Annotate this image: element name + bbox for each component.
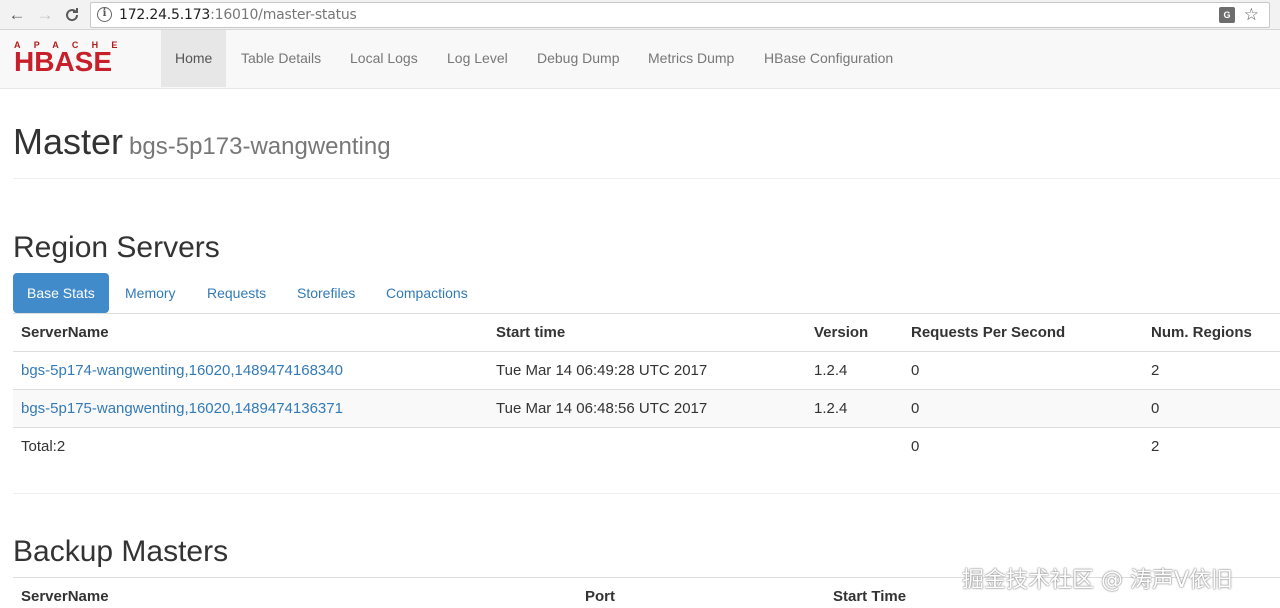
cell-total-rps: 0 — [903, 427, 1143, 466]
cell-empty — [488, 427, 806, 466]
url-text[interactable]: 172.24.5.173:16010/master-status — [119, 7, 357, 23]
server-link[interactable]: bgs-5p174-wangwenting,16020,148947416834… — [21, 362, 343, 379]
cell-requests-per-second: 0 — [903, 351, 1143, 390]
reload-icon[interactable] — [61, 4, 83, 26]
cell-version: 1.2.4 — [806, 351, 903, 390]
backup-masters-heading: Backup Masters — [13, 535, 229, 568]
cell-empty — [806, 427, 903, 466]
table-header-row: ServerName Start time Version Requests P… — [13, 313, 1280, 352]
table-row: bgs-5p175-wangwenting,16020,148947413637… — [13, 389, 1280, 428]
cell-num-regions: 0 — [1143, 389, 1280, 428]
column-header-servername[interactable]: ServerName — [13, 313, 488, 352]
cell-version: 1.2.4 — [806, 389, 903, 428]
nav-local-logs[interactable]: Local Logs — [350, 30, 418, 87]
back-icon[interactable]: ← — [6, 4, 28, 26]
translate-icon[interactable]: G — [1219, 7, 1235, 23]
cell-num-regions: 2 — [1143, 351, 1280, 390]
master-hostname: bgs-5p173-wangwenting — [129, 133, 391, 160]
logo-hbase-text: HBASE — [14, 46, 113, 77]
cell-total-label: Total:2 — [13, 427, 488, 466]
cell-servername: bgs-5p174-wangwenting,16020,148947416834… — [13, 351, 488, 390]
column-header-num-regions[interactable]: Num. Regions — [1143, 313, 1280, 352]
address-bar[interactable]: i 172.24.5.173:16010/master-status G ☆ — [90, 2, 1270, 28]
divider — [13, 493, 1280, 494]
column-header-requests-per-second[interactable]: Requests Per Second — [903, 313, 1143, 352]
info-icon[interactable]: i — [97, 7, 112, 22]
column-header-start-time[interactable]: Start time — [488, 313, 806, 352]
browser-toolbar: ← → i 172.24.5.173:16010/master-status G… — [0, 0, 1280, 30]
nav-table-details[interactable]: Table Details — [241, 30, 321, 87]
nav-debug-dump[interactable]: Debug Dump — [537, 30, 620, 87]
region-servers-tabs: Base Stats Memory Requests Storefiles Co… — [13, 273, 1280, 313]
hbase-navbar: APACHE HBASE Home Table Details Local Lo… — [0, 30, 1280, 89]
region-servers-heading: Region Servers — [13, 231, 220, 264]
table-row: bgs-5p174-wangwenting,16020,148947416834… — [13, 351, 1280, 390]
page-title-text: Master — [13, 121, 124, 162]
column-header-servername[interactable]: ServerName — [13, 577, 577, 608]
nav-home[interactable]: Home — [161, 30, 227, 87]
cell-start-time: Tue Mar 14 06:48:56 UTC 2017 — [488, 389, 806, 428]
tab-base-stats[interactable]: Base Stats — [13, 273, 109, 313]
region-servers-table: ServerName Start time Version Requests P… — [13, 313, 1280, 466]
watermark-text: 掘金技术社区 @ 涛声V依旧 — [962, 568, 1234, 593]
cell-total-regions: 2 — [1143, 427, 1280, 466]
tab-compactions[interactable]: Compactions — [372, 273, 482, 313]
tab-requests[interactable]: Requests — [193, 273, 280, 313]
url-path: :16010/master-status — [210, 7, 357, 23]
forward-icon[interactable]: → — [34, 4, 56, 26]
page-title: Master bgs-5p173-wangwenting — [13, 122, 391, 167]
url-host: 172.24.5.173 — [119, 7, 211, 23]
bookmark-star-icon[interactable]: ☆ — [1244, 5, 1259, 25]
hbase-logo[interactable]: APACHE HBASE — [14, 40, 146, 76]
cell-servername: bgs-5p175-wangwenting,16020,148947413637… — [13, 389, 488, 428]
nav-log-level[interactable]: Log Level — [447, 30, 508, 87]
table-total-row: Total:2 0 2 — [13, 427, 1280, 466]
cell-requests-per-second: 0 — [903, 389, 1143, 428]
divider — [13, 178, 1280, 179]
server-link[interactable]: bgs-5p175-wangwenting,16020,148947413637… — [21, 400, 343, 417]
tab-storefiles[interactable]: Storefiles — [283, 273, 369, 313]
tab-memory[interactable]: Memory — [111, 273, 190, 313]
column-header-port[interactable]: Port — [577, 577, 825, 608]
cell-start-time: Tue Mar 14 06:49:28 UTC 2017 — [488, 351, 806, 390]
nav-metrics-dump[interactable]: Metrics Dump — [648, 30, 734, 87]
column-header-version[interactable]: Version — [806, 313, 903, 352]
nav-hbase-configuration[interactable]: HBase Configuration — [764, 30, 893, 87]
